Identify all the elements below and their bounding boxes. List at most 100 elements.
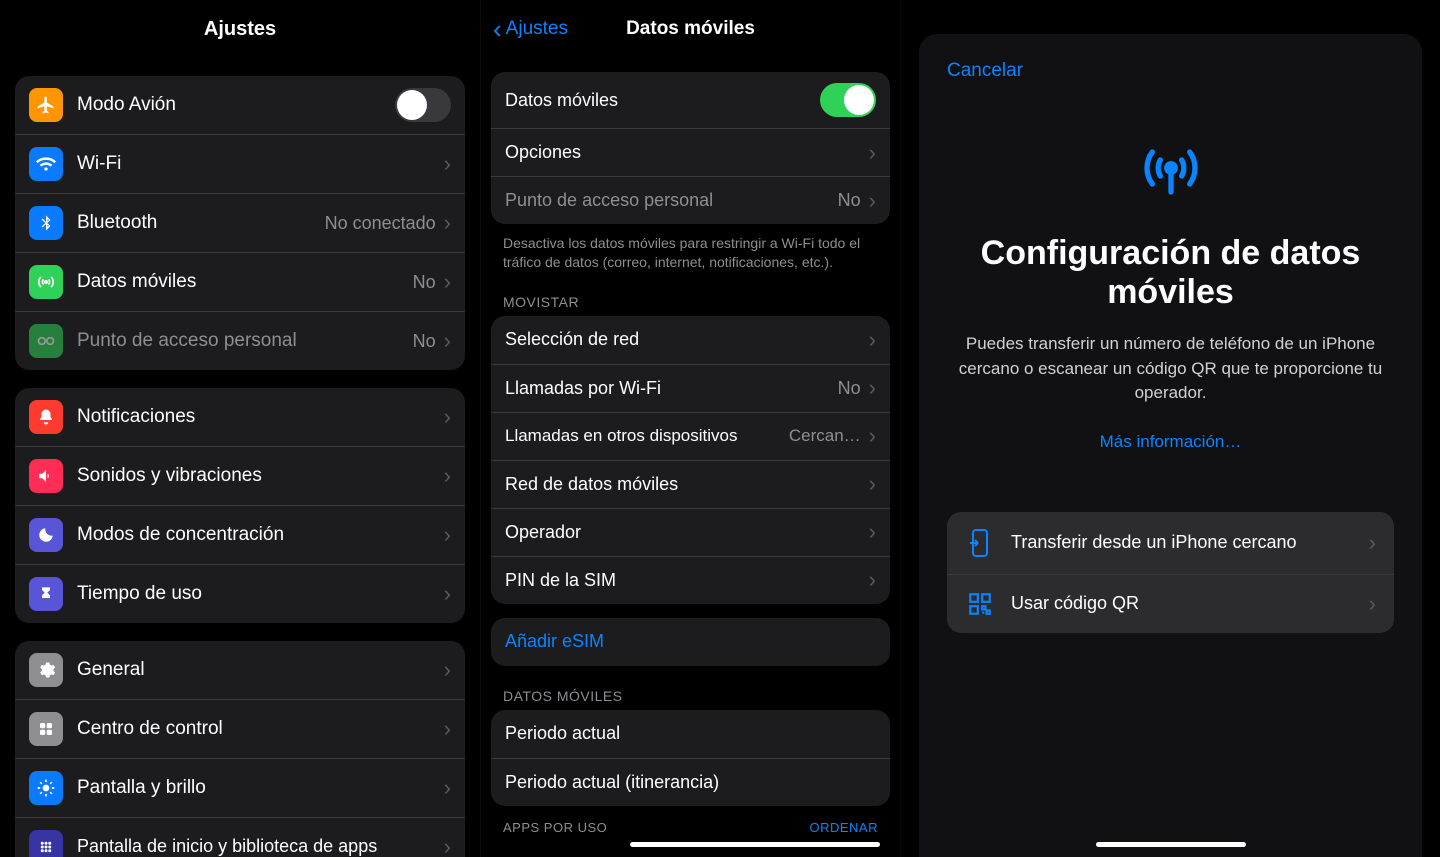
grid-icon bbox=[29, 830, 63, 857]
row-label: Modos de concentración bbox=[77, 524, 444, 546]
row-value: No bbox=[413, 272, 436, 293]
group-usage: Periodo actual Periodo actual (itineranc… bbox=[491, 710, 890, 806]
more-info-link[interactable]: Más información… bbox=[1100, 432, 1242, 452]
section-header-usage: DATOS MÓVILES bbox=[503, 688, 878, 704]
row-focus[interactable]: Modos de concentración › bbox=[15, 505, 465, 564]
row-sim-pin[interactable]: PIN de la SIM › bbox=[491, 556, 890, 604]
sheet-description: Puedes transferir un número de teléfono … bbox=[953, 332, 1388, 406]
row-display[interactable]: Pantalla y brillo › bbox=[15, 758, 465, 817]
row-label: Wi-Fi bbox=[77, 153, 436, 175]
row-notifications[interactable]: Notificaciones › bbox=[15, 388, 465, 446]
row-general[interactable]: General › bbox=[15, 641, 465, 699]
chevron-right-icon: › bbox=[869, 473, 876, 495]
chevron-right-icon: › bbox=[444, 153, 451, 175]
row-hotspot[interactable]: Punto de acceso personal No › bbox=[15, 311, 465, 370]
option-label: Usar código QR bbox=[1011, 592, 1369, 615]
row-sounds[interactable]: Sonidos y vibraciones › bbox=[15, 446, 465, 505]
airplane-toggle[interactable] bbox=[395, 88, 451, 122]
row-wifi-calling[interactable]: Llamadas por Wi-Fi No › bbox=[491, 364, 890, 412]
row-label: General bbox=[77, 659, 444, 681]
footnote-text: Desactiva los datos móviles para restrin… bbox=[503, 234, 878, 272]
chevron-right-icon: › bbox=[869, 425, 876, 447]
row-control-center[interactable]: Centro de control › bbox=[15, 699, 465, 758]
group-notifications: Notificaciones › Sonidos y vibraciones ›… bbox=[15, 388, 465, 623]
row-label: Pantalla y brillo bbox=[77, 777, 444, 799]
chevron-right-icon: › bbox=[869, 377, 876, 399]
row-label: Bluetooth bbox=[77, 212, 325, 234]
screen-esim-setup: Cancelar Configuración de datos móviles … bbox=[900, 0, 1440, 857]
row-data-network[interactable]: Red de datos móviles › bbox=[491, 460, 890, 508]
row-current-period[interactable]: Periodo actual bbox=[491, 710, 890, 758]
row-cellular[interactable]: Datos móviles No › bbox=[15, 252, 465, 311]
row-cellular-options[interactable]: Opciones › bbox=[491, 128, 890, 176]
cellular-toggle[interactable] bbox=[820, 83, 876, 117]
row-label: Red de datos móviles bbox=[505, 474, 869, 495]
chevron-right-icon: › bbox=[444, 524, 451, 546]
option-transfer-iphone[interactable]: Transferir desde un iPhone cercano › bbox=[947, 512, 1394, 574]
page-title: Datos móviles bbox=[481, 18, 900, 40]
cancel-button[interactable]: Cancelar bbox=[947, 60, 1023, 82]
sun-icon bbox=[29, 771, 63, 805]
chevron-right-icon: › bbox=[444, 271, 451, 293]
chevron-right-icon: › bbox=[444, 406, 451, 428]
row-label: Pantalla de inicio y biblioteca de apps bbox=[77, 836, 444, 857]
home-indicator[interactable] bbox=[1096, 842, 1246, 847]
group-cellular-main: Datos móviles Opciones › Punto de acceso… bbox=[491, 72, 890, 224]
row-calls-other-devices[interactable]: Llamadas en otros dispositivos Cercan… › bbox=[491, 412, 890, 460]
row-wifi[interactable]: Wi-Fi › bbox=[15, 134, 465, 193]
row-value: No conectado bbox=[325, 213, 436, 234]
moon-icon bbox=[29, 518, 63, 552]
row-current-period-roaming[interactable]: Periodo actual (itinerancia) bbox=[491, 758, 890, 806]
row-bluetooth[interactable]: Bluetooth No conectado › bbox=[15, 193, 465, 252]
chevron-right-icon: › bbox=[444, 659, 451, 681]
row-operator[interactable]: Operador › bbox=[491, 508, 890, 556]
row-airplane-mode[interactable]: Modo Avión bbox=[15, 76, 465, 134]
airplane-icon bbox=[29, 88, 63, 122]
row-label: Periodo actual bbox=[505, 723, 876, 744]
row-label: Punto de acceso personal bbox=[77, 330, 413, 352]
antenna-icon bbox=[1139, 136, 1203, 200]
row-value: No bbox=[413, 331, 436, 352]
row-label: Añadir eSIM bbox=[505, 631, 876, 652]
chevron-right-icon: › bbox=[444, 836, 451, 857]
wifi-icon bbox=[29, 147, 63, 181]
section-header-apps: APPS POR USO bbox=[503, 820, 607, 835]
bluetooth-icon bbox=[29, 206, 63, 240]
group-add-esim: Añadir eSIM bbox=[491, 618, 890, 666]
home-indicator bbox=[630, 842, 880, 847]
row-value: No bbox=[838, 190, 861, 211]
chevron-right-icon: › bbox=[869, 190, 876, 212]
row-label: PIN de la SIM bbox=[505, 570, 869, 591]
chevron-right-icon: › bbox=[444, 583, 451, 605]
row-label: Datos móviles bbox=[505, 90, 820, 111]
group-carrier: Selección de red › Llamadas por Wi-Fi No… bbox=[491, 316, 890, 604]
row-home-screen[interactable]: Pantalla de inicio y biblioteca de apps … bbox=[15, 817, 465, 857]
transfer-icon bbox=[965, 528, 995, 558]
row-screentime[interactable]: Tiempo de uso › bbox=[15, 564, 465, 623]
chevron-right-icon: › bbox=[869, 142, 876, 164]
row-add-esim[interactable]: Añadir eSIM bbox=[491, 618, 890, 666]
hotspot-icon bbox=[29, 324, 63, 358]
qr-icon bbox=[965, 591, 995, 617]
sliders-icon bbox=[29, 712, 63, 746]
group-general: General › Centro de control › Pantalla y… bbox=[15, 641, 465, 857]
row-cellular-toggle[interactable]: Datos móviles bbox=[491, 72, 890, 128]
page-title: Ajustes bbox=[0, 0, 480, 58]
sheet-title: Configuración de datos móviles bbox=[947, 234, 1394, 312]
row-label: Llamadas en otros dispositivos bbox=[505, 426, 789, 446]
row-network-selection[interactable]: Selección de red › bbox=[491, 316, 890, 364]
chevron-right-icon: › bbox=[444, 718, 451, 740]
chevron-right-icon: › bbox=[444, 777, 451, 799]
row-label: Periodo actual (itinerancia) bbox=[505, 772, 876, 793]
screen-datos-moviles: ‹ Ajustes Datos móviles Datos móviles Op… bbox=[480, 0, 900, 857]
group-connectivity: Modo Avión Wi-Fi › Bluetooth No conectad… bbox=[15, 76, 465, 370]
speaker-icon bbox=[29, 459, 63, 493]
hourglass-icon bbox=[29, 577, 63, 611]
row-label: Llamadas por Wi-Fi bbox=[505, 378, 838, 399]
chevron-right-icon: › bbox=[444, 212, 451, 234]
sort-button[interactable]: ORDENAR bbox=[809, 820, 878, 835]
row-hotspot[interactable]: Punto de acceso personal No › bbox=[491, 176, 890, 224]
row-label: Notificaciones bbox=[77, 406, 444, 428]
row-value: No bbox=[838, 378, 861, 399]
option-qr-code[interactable]: Usar código QR › bbox=[947, 574, 1394, 633]
